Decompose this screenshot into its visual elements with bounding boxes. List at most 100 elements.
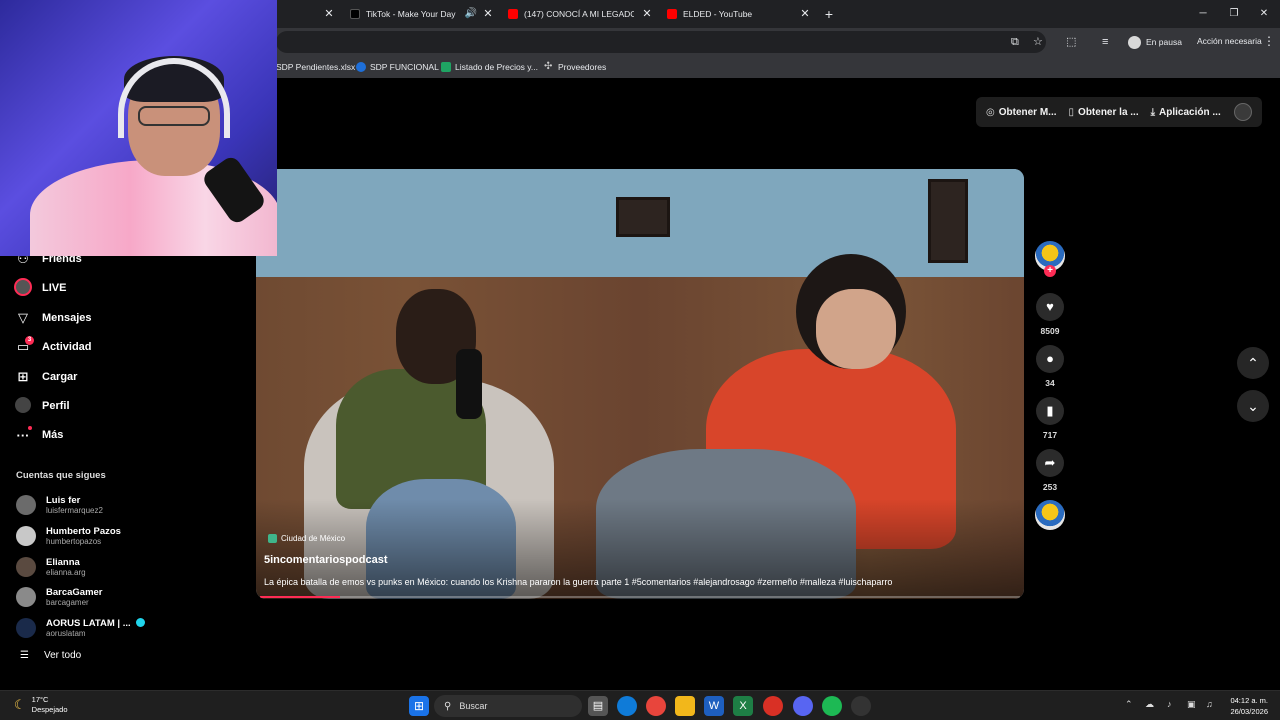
sidebar-item-live[interactable]: LIVE	[14, 277, 66, 299]
close-tab-icon[interactable]: ✕	[640, 7, 654, 21]
bookmark-item[interactable]: Listado de Precios y...	[441, 60, 538, 74]
activity-icon: ▭ 3	[14, 336, 34, 355]
following-item[interactable]: Luis fer luisfermarquez2	[16, 492, 103, 518]
save-count: 717	[1042, 430, 1058, 440]
close-tab-icon[interactable]: ✕	[481, 7, 495, 21]
person-face	[816, 289, 896, 369]
bookmark-item[interactable]: SDP Pendientes.xlsx	[276, 60, 355, 74]
discord-icon[interactable]	[793, 696, 813, 716]
wall-picture	[616, 197, 670, 237]
sound-avatar-button[interactable]	[1034, 500, 1066, 530]
spotify-icon[interactable]	[822, 696, 842, 716]
video-author[interactable]: 5incomentariospodcast	[264, 554, 387, 566]
webcam-overlay	[0, 0, 277, 256]
tab-youtube-elded[interactable]: ELDED - YouTube	[667, 0, 787, 28]
new-tab-button[interactable]: +	[822, 7, 836, 21]
creator-avatar-button[interactable]: +	[1034, 241, 1066, 277]
volume-icon[interactable]: ♫	[1206, 699, 1213, 709]
see-all-button[interactable]: ☰ Ver todo	[20, 650, 81, 661]
video-progress-bar[interactable]	[260, 596, 1020, 598]
more-icon: ···	[14, 425, 32, 443]
video-player[interactable]: Ciudad de México 5incomentariospodcast L…	[256, 169, 1024, 599]
search-icon: ⚲	[444, 700, 452, 712]
like-count: 8509	[1040, 326, 1060, 336]
youtube-icon	[508, 9, 518, 19]
windows-start-icon[interactable]: ⊞	[409, 696, 429, 716]
address-bar[interactable]	[276, 31, 1046, 53]
speaker-icon[interactable]: 🔊	[464, 7, 478, 21]
action-needed-button[interactable]: Acción necesaria	[1197, 36, 1262, 46]
avatar	[16, 587, 36, 607]
chrome-icon[interactable]	[646, 696, 666, 716]
install-app-icon[interactable]: ⧉	[1011, 34, 1019, 50]
notification-badge: 3	[25, 336, 34, 345]
sidebar-item-profile[interactable]: Perfil	[14, 395, 70, 417]
comment-count: 34	[1045, 378, 1055, 388]
like-button[interactable]: ♥ 8509	[1034, 293, 1066, 336]
share-button[interactable]: ➦ 253	[1034, 449, 1066, 492]
upload-icon: ⊞	[17, 369, 29, 384]
media-controls-icon[interactable]: ≡	[1102, 34, 1108, 50]
share-icon: ➦	[1036, 449, 1064, 477]
following-item[interactable]: BarcaGamer barcagamer	[16, 584, 103, 610]
tab-title: (147) CONOCÍ A MI LEGADO -	[524, 9, 634, 19]
app-icon[interactable]	[763, 696, 783, 716]
sidebar-item-more[interactable]: ··· Más	[14, 424, 63, 446]
obs-icon[interactable]	[851, 696, 871, 716]
menu-kebab-icon[interactable]: ⋮	[1263, 34, 1275, 48]
bookmark-star-icon[interactable]: ☆	[1033, 34, 1043, 50]
pc-app-button[interactable]: ⤓ Aplicación ...	[1151, 107, 1221, 118]
save-button[interactable]: ▮ 717	[1034, 397, 1066, 440]
following-item[interactable]: Humberto Pazos humbertopazos	[16, 523, 121, 549]
user-avatar[interactable]	[1234, 103, 1252, 121]
close-window-icon[interactable]: ✕	[1254, 4, 1274, 24]
task-view-icon[interactable]: ▤	[588, 696, 608, 716]
file-explorer-icon[interactable]	[675, 696, 695, 716]
edge-icon[interactable]	[617, 696, 637, 716]
cloud-sync-icon[interactable]: ☁	[1145, 699, 1154, 710]
youtube-icon	[667, 9, 677, 19]
taskbar-search[interactable]: ⚲ Buscar	[434, 695, 582, 717]
sidebar-item-activity[interactable]: ▭ 3 Actividad	[14, 336, 92, 358]
bookmark-icon: ▮	[1036, 397, 1064, 425]
sidebar-item-upload[interactable]: ⊞ Cargar	[14, 366, 78, 388]
comment-button[interactable]: ● 34	[1034, 345, 1066, 388]
follow-plus-icon[interactable]: +	[1044, 265, 1056, 277]
verified-icon	[135, 618, 145, 628]
microphone-icon[interactable]: ♪	[1167, 699, 1172, 709]
following-item[interactable]: Elianna elianna.arg	[16, 554, 86, 580]
word-icon[interactable]: W	[704, 696, 724, 716]
bookmark-item[interactable]: ✣ Proveedores	[544, 60, 606, 74]
heart-icon: ♥	[1036, 293, 1064, 321]
chevron-up-icon[interactable]: ⌃	[1125, 699, 1133, 710]
weather-widget[interactable]: ☾ 17°C Despejado	[14, 695, 68, 715]
location-icon	[268, 533, 277, 543]
excel-icon[interactable]: X	[733, 696, 753, 716]
network-icon[interactable]: ▣	[1187, 699, 1196, 710]
download-icon: ⤓	[1150, 106, 1156, 118]
live-icon	[14, 277, 32, 299]
close-tab-icon[interactable]: ✕	[798, 7, 812, 21]
avatar	[16, 618, 36, 638]
cloud-icon	[356, 62, 366, 72]
system-clock[interactable]: 04:12 a. m. 26/03/2026	[1222, 695, 1268, 717]
creator-avatar: +	[1035, 241, 1065, 277]
minimize-icon[interactable]: ─	[1193, 4, 1213, 24]
sidebar-item-messages[interactable]: ▽ Mensajes	[14, 307, 92, 329]
tab-youtube-legado[interactable]: (147) CONOCÍ A MI LEGADO -	[508, 0, 634, 28]
following-item[interactable]: AORUS LATAM | ... aoruslatam	[16, 615, 145, 641]
previous-video-button[interactable]: ⌃	[1237, 347, 1269, 379]
profile-chip[interactable]: En pausa	[1128, 33, 1182, 51]
get-app-button[interactable]: ▯ Obtener la ...	[1069, 107, 1139, 118]
location-tag[interactable]: Ciudad de México	[268, 532, 345, 544]
share-count: 253	[1042, 482, 1058, 492]
windows-taskbar: ☾ 17°C Despejado ⊞ ⚲ Buscar ▤ W X ⌃ ☁ ♪ …	[0, 690, 1280, 720]
tab-tiktok[interactable]: TikTok - Make Your Day	[350, 0, 462, 28]
next-video-button[interactable]: ⌄	[1237, 390, 1269, 422]
close-tab-icon[interactable]: ✕	[322, 7, 336, 21]
get-coins-button[interactable]: ◎ Obtener M...	[986, 107, 1057, 118]
screen: ✕ TikTok - Make Your Day 🔊 ✕ (147) CONOC…	[0, 0, 1280, 720]
extensions-icon[interactable]: ⬚	[1066, 34, 1076, 50]
bookmark-item[interactable]: SDP FUNCIONAL	[356, 60, 439, 74]
restore-icon[interactable]: ❐	[1224, 4, 1244, 24]
